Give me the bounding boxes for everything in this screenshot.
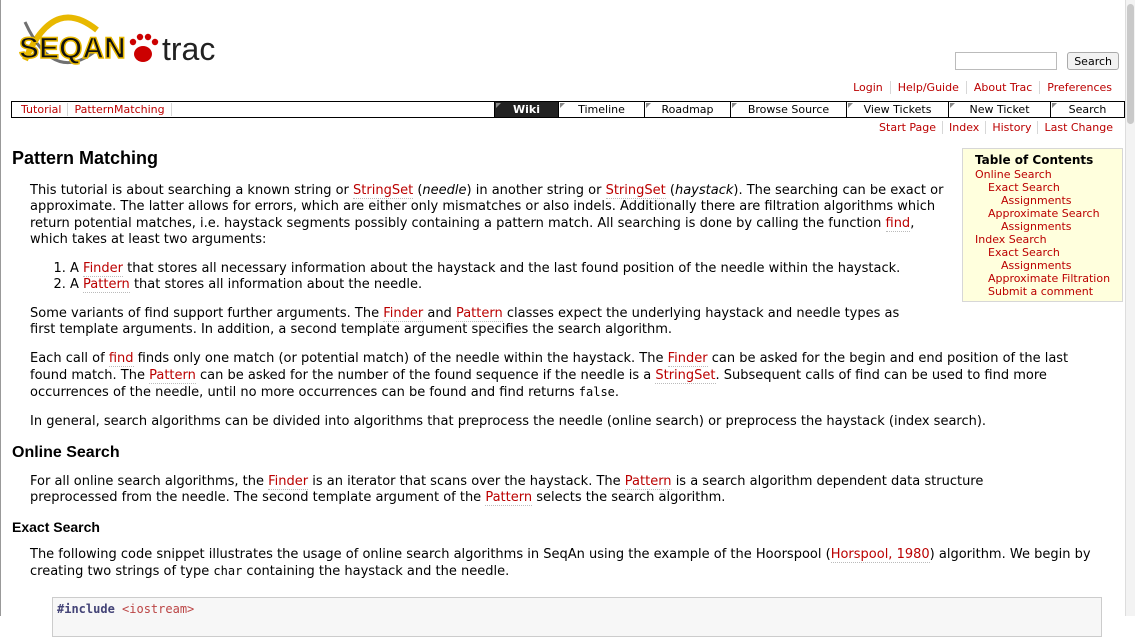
toc-item[interactable]: Exact Search <box>975 181 1114 194</box>
table-of-contents: Table of Contents Online Search Exact Se… <box>962 148 1123 302</box>
about-trac-link[interactable]: About Trac <box>965 81 1039 94</box>
exact-search-paragraph: The following code snippet illustrates t… <box>30 547 1091 580</box>
header-search: Search <box>955 52 1119 70</box>
toc-item[interactable]: Approximate Filtration <box>975 272 1114 285</box>
pattern-link[interactable]: Pattern <box>83 277 130 294</box>
toc-item[interactable]: Submit a comment <box>975 285 1114 298</box>
main-tabs: Wiki Timeline Roadmap Browse Source View… <box>494 102 1124 117</box>
history-link[interactable]: History <box>985 121 1037 134</box>
scrollbar-thumb[interactable] <box>1127 4 1134 124</box>
svg-text:trac: trac <box>162 31 215 67</box>
help-guide-link[interactable]: Help/Guide <box>889 81 966 94</box>
online-search-paragraph: For all online search algorithms, the Fi… <box>30 473 984 506</box>
find-link[interactable]: find <box>885 215 911 232</box>
find-link[interactable]: find <box>108 351 134 368</box>
online-search-heading: Online Search <box>12 443 120 461</box>
arguments-list: A Finder that stores all necessary infor… <box>30 261 1124 294</box>
toc-title: Table of Contents <box>975 153 1094 167</box>
find-call-paragraph: Each call of find finds only one match (… <box>30 351 1069 400</box>
toc-item[interactable]: Assignments <box>975 259 1114 272</box>
page-title: Pattern Matching <box>12 148 159 168</box>
exact-search-heading: Exact Search <box>12 519 100 536</box>
vertical-scrollbar[interactable] <box>1125 0 1135 616</box>
tab-new-ticket[interactable]: New Ticket <box>948 102 1050 117</box>
start-page-link[interactable]: Start Page <box>873 121 942 134</box>
pattern-link[interactable]: Pattern <box>485 489 533 506</box>
toc-item[interactable]: Assignments <box>975 220 1114 233</box>
horspool-citation-link[interactable]: Horspool, 1980 <box>830 547 930 564</box>
intro-paragraph: This tutorial is about searching a known… <box>30 183 944 247</box>
code-snippet: #include <iostream> <box>52 596 1102 637</box>
toc-item[interactable]: Assignments <box>975 194 1114 207</box>
finder-link[interactable]: Finder <box>268 473 309 490</box>
seqan-trac-logo[interactable]: SEQAN trac <box>17 10 227 72</box>
finder-link[interactable]: Finder <box>667 351 708 368</box>
general-paragraph: In general, search algorithms can be div… <box>30 414 987 430</box>
login-link[interactable]: Login <box>846 81 890 94</box>
context-navigation: Start Page Index History Last Change <box>873 121 1119 134</box>
browser-page: SEQAN trac Search Login Help/Guide About… <box>0 0 1135 637</box>
preferences-link[interactable]: Preferences <box>1039 81 1119 94</box>
stringset-link[interactable]: StringSet <box>605 183 666 199</box>
stringset-link[interactable]: StringSet <box>655 367 716 384</box>
toc-item[interactable]: Online Search <box>975 168 1114 181</box>
meta-navigation: Login Help/Guide About Trac Preferences <box>846 81 1119 94</box>
finder-link[interactable]: Finder <box>83 261 124 278</box>
tab-view-tickets[interactable]: View Tickets <box>846 102 948 117</box>
pattern-link[interactable]: Pattern <box>455 305 503 322</box>
variants-paragraph: Some variants of find support further ar… <box>30 305 900 338</box>
svg-text:SEQAN: SEQAN <box>19 32 126 65</box>
breadcrumb-patternmatching[interactable]: PatternMatching <box>68 103 172 116</box>
index-link[interactable]: Index <box>942 121 985 134</box>
breadcrumb-tutorial[interactable]: Tutorial <box>15 103 69 116</box>
search-button[interactable]: Search <box>1067 52 1119 70</box>
toc-item[interactable]: Index Search <box>975 233 1114 246</box>
tab-timeline[interactable]: Timeline <box>558 102 644 117</box>
pattern-link[interactable]: Pattern <box>624 473 672 490</box>
pattern-link[interactable]: Pattern <box>149 367 196 384</box>
toc-item[interactable]: Exact Search <box>975 246 1114 259</box>
tab-wiki[interactable]: Wiki <box>494 102 558 117</box>
tab-roadmap[interactable]: Roadmap <box>644 102 730 117</box>
stringset-link[interactable]: StringSet <box>353 183 414 199</box>
finder-link[interactable]: Finder <box>383 305 424 322</box>
toc-item[interactable]: Approximate Search <box>975 207 1114 220</box>
tab-browse-source[interactable]: Browse Source <box>730 102 846 117</box>
main-navigation: Tutorial PatternMatching Wiki Timeline R… <box>11 101 1125 118</box>
wiki-content: Table of Contents Online Search Exact Se… <box>12 146 1124 637</box>
search-input[interactable] <box>955 52 1058 70</box>
last-change-link[interactable]: Last Change <box>1037 121 1119 134</box>
breadcrumb: Tutorial PatternMatching <box>12 102 494 117</box>
tab-search[interactable]: Search <box>1050 102 1124 117</box>
